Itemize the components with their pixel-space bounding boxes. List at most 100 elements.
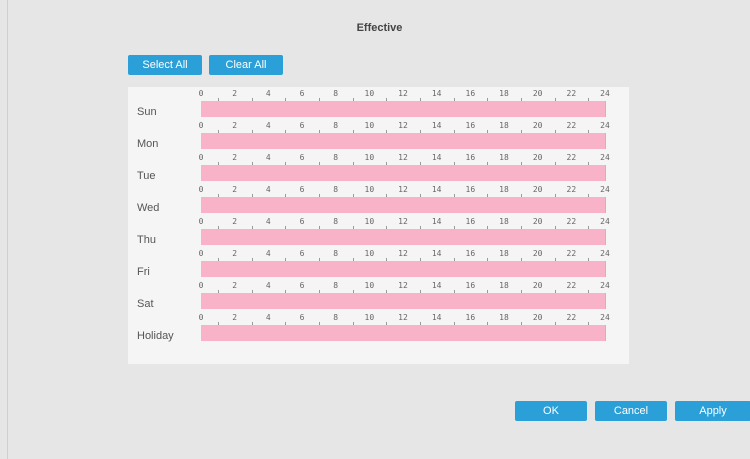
- clear-all-button[interactable]: Clear All: [209, 55, 283, 75]
- hour-tick-label: 0: [198, 185, 204, 194]
- schedule-bar-end-handle[interactable]: [605, 101, 606, 117]
- hour-tick-label: 22: [566, 217, 577, 226]
- schedule-row-holiday: 0 2 4 6 8 10 12 14 16 18 20 22 24 Holiday: [128, 313, 629, 345]
- hour-tick-label: 20: [532, 121, 543, 130]
- schedule-row-thu: 0 2 4 6 8 10 12 14 16 18 20 22 24 Thu: [128, 217, 629, 249]
- schedule-bar-sun[interactable]: [201, 101, 605, 117]
- schedule-bar-end-handle[interactable]: [605, 197, 606, 213]
- hour-tick-label: 8: [333, 153, 339, 162]
- hour-tick-label: 12: [398, 313, 408, 322]
- hour-tick-label: 8: [333, 281, 339, 290]
- hour-tick-label: 4: [265, 185, 271, 194]
- schedule-bar-fri[interactable]: [201, 261, 605, 277]
- ok-button[interactable]: OK: [515, 401, 587, 421]
- hour-tick-label: 0: [198, 121, 204, 130]
- hour-tick-label: 10: [364, 281, 375, 290]
- hour-tick-label: 6: [299, 281, 305, 290]
- hour-tick-label: 24: [600, 249, 610, 258]
- hour-tick-label: 24: [600, 313, 610, 322]
- apply-button[interactable]: Apply: [675, 401, 750, 421]
- hour-tick-label: 24: [600, 281, 610, 290]
- hour-tick-label: 2: [232, 89, 238, 98]
- schedule-bar-thu[interactable]: [201, 229, 605, 245]
- hour-tick-label: 6: [299, 313, 305, 322]
- hour-tick-label: 12: [398, 153, 408, 162]
- schedule-bar-mon[interactable]: [201, 133, 605, 149]
- hour-tick-label: 12: [398, 121, 408, 130]
- hour-tick-label: 22: [566, 281, 577, 290]
- hour-tick-label: 20: [532, 153, 543, 162]
- hour-tick-label: 0: [198, 153, 204, 162]
- hour-tick-label: 20: [532, 249, 543, 258]
- schedule-bar-end-handle[interactable]: [605, 325, 606, 341]
- schedule-bar-wed[interactable]: [201, 197, 605, 213]
- hour-tick-label: 12: [398, 185, 408, 194]
- hour-tick-label: 24: [600, 185, 610, 194]
- hour-tick-label: 18: [499, 153, 509, 162]
- schedule-bar-tue[interactable]: [201, 165, 605, 181]
- hour-tick-label: 24: [600, 121, 610, 130]
- hour-tick-label: 8: [333, 185, 339, 194]
- hour-tick-label: 8: [333, 217, 339, 226]
- hour-tick-label: 10: [364, 89, 375, 98]
- hour-tick-label: 10: [364, 153, 375, 162]
- hour-tick-label: 24: [600, 89, 610, 98]
- hour-tick-label: 14: [431, 121, 442, 130]
- hour-tick-label: 16: [465, 89, 476, 98]
- day-label: Tue: [137, 170, 156, 182]
- schedule-bar-end-handle[interactable]: [605, 165, 606, 181]
- schedule-row-wed: 0 2 4 6 8 10 12 14 16 18 20 22 24 Wed: [128, 185, 629, 217]
- hour-tick-label: 10: [364, 185, 375, 194]
- hour-tick-label: 10: [364, 313, 375, 322]
- hour-tick-label: 20: [532, 313, 543, 322]
- select-all-button[interactable]: Select All: [128, 55, 202, 75]
- day-label: Sun: [137, 106, 157, 118]
- hour-tick-label: 22: [566, 313, 577, 322]
- hour-tick-label: 12: [398, 249, 408, 258]
- hour-tick-label: 22: [566, 153, 577, 162]
- schedule-bar-holiday[interactable]: [201, 325, 605, 341]
- hour-tick-label: 18: [499, 121, 509, 130]
- day-label: Wed: [137, 202, 160, 214]
- hour-tick-label: 6: [299, 185, 305, 194]
- hour-tick-label: 18: [499, 89, 509, 98]
- hour-tick-label: 24: [600, 217, 610, 226]
- hour-tick-label: 18: [499, 313, 509, 322]
- hour-tick-label: 8: [333, 89, 339, 98]
- hour-tick-label: 4: [265, 313, 271, 322]
- schedule-bar-end-handle[interactable]: [605, 229, 606, 245]
- day-label: Sat: [137, 298, 154, 310]
- day-label: Mon: [137, 138, 159, 150]
- hour-tick-label: 16: [465, 185, 476, 194]
- hour-tick-label: 4: [265, 153, 271, 162]
- hour-tick-label: 16: [465, 281, 476, 290]
- dialog-title: Effective: [356, 22, 403, 34]
- schedule-bar-end-handle[interactable]: [605, 133, 606, 149]
- hour-tick-label: 16: [465, 313, 476, 322]
- schedule-bar-end-handle[interactable]: [605, 293, 606, 309]
- schedule-bar-end-handle[interactable]: [605, 261, 606, 277]
- hour-tick-label: 18: [499, 249, 509, 258]
- hour-tick-label: 6: [299, 153, 305, 162]
- schedule-bar-sat[interactable]: [201, 293, 605, 309]
- hour-tick-label: 14: [431, 249, 442, 258]
- day-label: Fri: [137, 266, 150, 278]
- hour-tick-label: 22: [566, 249, 577, 258]
- hour-tick-label: 0: [198, 249, 204, 258]
- schedule-row-mon: 0 2 4 6 8 10 12 14 16 18 20 22 24 Mon: [128, 121, 629, 153]
- hour-tick-label: 0: [198, 313, 204, 322]
- hour-tick-label: 18: [499, 281, 509, 290]
- schedule-dialog: Effective Select All Clear All 0 2 4 6 8 10 12…: [7, 0, 750, 459]
- cancel-button[interactable]: Cancel: [595, 401, 667, 421]
- hour-tick-label: 10: [364, 249, 375, 258]
- hour-tick-label: 22: [566, 121, 577, 130]
- hour-tick-label: 4: [265, 121, 271, 130]
- hour-tick-label: 8: [333, 121, 339, 130]
- hour-tick-label: 8: [333, 249, 339, 258]
- hour-tick-label: 20: [532, 185, 543, 194]
- hour-tick-label: 20: [532, 89, 543, 98]
- hour-tick-label: 6: [299, 217, 305, 226]
- hour-tick-label: 2: [232, 313, 238, 322]
- hour-tick-label: 12: [398, 217, 408, 226]
- hour-tick-label: 2: [232, 153, 238, 162]
